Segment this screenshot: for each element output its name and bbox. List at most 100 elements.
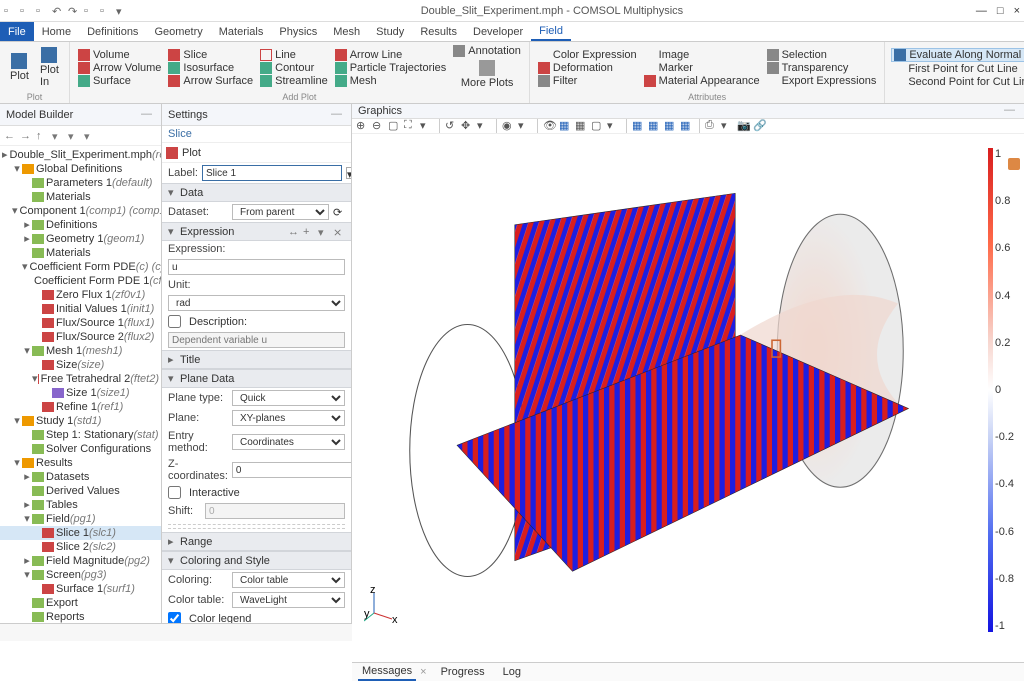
camera-icon[interactable]: 📷: [737, 119, 751, 133]
label-ext-icon[interactable]: ▾: [346, 167, 351, 179]
zoom-in-icon[interactable]: ⊕: [356, 119, 370, 133]
tab-geometry[interactable]: Geometry: [146, 22, 210, 41]
expr-insert-icon[interactable]: +: [303, 226, 315, 238]
fwd-icon[interactable]: →: [20, 130, 32, 142]
btn-arrow-line[interactable]: Arrow Line: [333, 49, 449, 61]
zoom-extents-icon[interactable]: ⛶: [404, 119, 418, 133]
plane-select[interactable]: XY-planes: [232, 410, 345, 426]
expr-menu-icon[interactable]: ▾: [318, 226, 330, 238]
section-range[interactable]: ▸Range: [162, 532, 351, 551]
expr-replace-icon[interactable]: ↔: [288, 226, 300, 238]
tab-field[interactable]: Field: [531, 22, 571, 41]
tree-node[interactable]: Refine 1 (ref1): [0, 400, 161, 414]
section-plane[interactable]: ▾Plane Data: [162, 369, 351, 388]
btn-evaluate-along-normal[interactable]: Evaluate Along Normal: [891, 48, 1024, 62]
btn-first-point-line[interactable]: First Point for Cut Line: [891, 63, 1024, 75]
section-expression[interactable]: ▾Expression ↔+▾⨯: [162, 222, 351, 241]
close-tab-icon[interactable]: ×: [420, 666, 426, 678]
btn-arrow-volume[interactable]: Arrow Volume: [76, 62, 163, 74]
btn-arrow-surface[interactable]: Arrow Surface: [166, 75, 255, 87]
tree-node[interactable]: Zero Flux 1 (zf0v1): [0, 288, 161, 302]
undo-icon[interactable]: ↶: [52, 5, 64, 17]
btn-filter[interactable]: Filter: [536, 75, 639, 87]
collapse-icon[interactable]: ▾: [52, 130, 64, 142]
tree-node[interactable]: Surface 1 (surf1): [0, 582, 161, 596]
btn-mesh[interactable]: Mesh: [333, 75, 449, 87]
tab-progress[interactable]: Progress: [437, 664, 489, 680]
rotate-icon[interactable]: ↺: [445, 119, 459, 133]
tab-messages[interactable]: Messages: [358, 663, 416, 681]
gear-icon[interactable]: ▾: [721, 119, 735, 133]
section-title2[interactable]: ▸Title: [162, 350, 351, 369]
btn-streamline[interactable]: Streamline: [258, 75, 330, 87]
color-legend-checkbox[interactable]: [168, 612, 181, 623]
tree-node[interactable]: ▸Double_Slit_Experiment.mph (root): [0, 148, 161, 162]
refresh-icon[interactable]: ▾: [84, 130, 96, 142]
new-icon[interactable]: ▫: [4, 5, 16, 17]
axis-icon[interactable]: ▦: [680, 119, 694, 133]
tree-node[interactable]: Flux/Source 2 (flux2): [0, 330, 161, 344]
minimize-settings-icon[interactable]: —: [331, 108, 345, 122]
zoom-box-icon[interactable]: ▢: [388, 119, 402, 133]
paste-icon[interactable]: ▫: [100, 5, 112, 17]
expand-icon[interactable]: ▾: [68, 130, 80, 142]
tree-node[interactable]: Step 1: Stationary (stat): [0, 428, 161, 442]
select-menu-icon[interactable]: ▾: [518, 119, 532, 133]
minimize-graphics-icon[interactable]: —: [1004, 104, 1018, 118]
box-icon[interactable]: ▢: [591, 119, 605, 133]
back-icon[interactable]: ←: [4, 130, 16, 142]
desc-checkbox[interactable]: [168, 315, 181, 328]
interactive-checkbox[interactable]: [168, 486, 181, 499]
tree-node[interactable]: ▾Component 1 (comp1) (comp1): [0, 204, 161, 218]
tree-node[interactable]: Flux/Source 1 (flux1): [0, 316, 161, 330]
view-menu-icon[interactable]: ▾: [477, 119, 491, 133]
tree-node[interactable]: ▾Field (pg1): [0, 512, 161, 526]
section-data[interactable]: ▾Data: [162, 183, 351, 202]
dataset-select[interactable]: From parent: [232, 204, 329, 220]
label-input[interactable]: [202, 165, 342, 181]
plot-in-button[interactable]: Plot In: [36, 44, 63, 91]
tab-developer[interactable]: Developer: [465, 22, 531, 41]
screenshot-icon[interactable]: ⎙: [705, 119, 719, 133]
dataset-link-icon[interactable]: ⟳: [333, 206, 345, 218]
tree-node[interactable]: Initial Values 1 (init1): [0, 302, 161, 316]
tree-node[interactable]: Slice 1 (slc1): [0, 526, 161, 540]
tree-node[interactable]: Slice 2 (slc2): [0, 540, 161, 554]
tree-node[interactable]: Parameters 1 (default): [0, 176, 161, 190]
expr-clear-icon[interactable]: ⨯: [333, 226, 345, 238]
grid-icon[interactable]: ▦: [664, 119, 678, 133]
btn-volume[interactable]: Volume: [76, 49, 163, 61]
graphics-viewport[interactable]: z y x 10.80.60.40.20-0.2-0.4-0.6-0.8-1: [352, 134, 1024, 662]
plot-button[interactable]: Plot: [6, 44, 33, 91]
section-coloring[interactable]: ▾Coloring and Style: [162, 551, 351, 570]
unit-select[interactable]: rad: [168, 295, 345, 311]
tree-node[interactable]: Size 1 (size1): [0, 386, 161, 400]
btn-annotation[interactable]: Annotation: [451, 45, 523, 57]
btn-deformation[interactable]: Deformation: [536, 62, 639, 74]
file-tab[interactable]: File: [0, 22, 34, 41]
tab-study[interactable]: Study: [368, 22, 412, 41]
tree-node[interactable]: Size (size): [0, 358, 161, 372]
tree-node[interactable]: ▾Mesh 1 (mesh1): [0, 344, 161, 358]
save-icon[interactable]: ▫: [36, 5, 48, 17]
tab-log[interactable]: Log: [499, 664, 525, 680]
minimize-button[interactable]: —: [976, 5, 987, 17]
tab-physics[interactable]: Physics: [271, 22, 325, 41]
transparency-icon[interactable]: ▦: [575, 119, 589, 133]
pan-icon[interactable]: ✥: [461, 119, 475, 133]
btn-contour[interactable]: Contour: [258, 62, 330, 74]
maximize-button[interactable]: □: [997, 5, 1004, 17]
tree-node[interactable]: ▸Geometry 1 (geom1): [0, 232, 161, 246]
tree-node[interactable]: Export: [0, 596, 161, 610]
tree-node[interactable]: ▾Coefficient Form PDE (c) (c): [0, 260, 161, 274]
tree-node[interactable]: Solver Configurations: [0, 442, 161, 456]
plot-action[interactable]: Plot: [182, 147, 201, 159]
coloring-select[interactable]: Color table: [232, 572, 345, 588]
link-icon[interactable]: 🔗: [753, 119, 767, 133]
open-icon[interactable]: ▫: [20, 5, 32, 17]
tree-node[interactable]: ▾Results: [0, 456, 161, 470]
tab-results[interactable]: Results: [412, 22, 465, 41]
copy-icon[interactable]: ▫: [84, 5, 96, 17]
btn-isosurface[interactable]: Isosurface: [166, 62, 255, 74]
tree-node[interactable]: Reports: [0, 610, 161, 623]
